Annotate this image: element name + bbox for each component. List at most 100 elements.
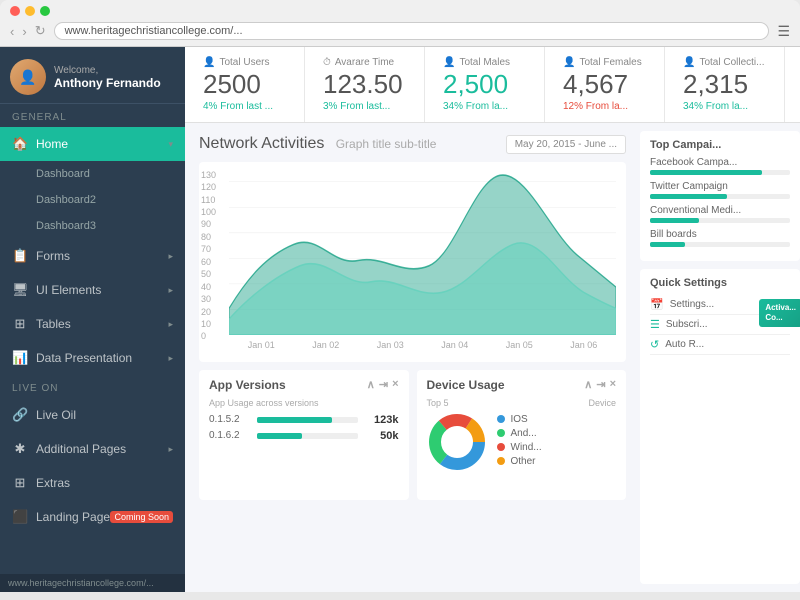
- device-legend: IOS And... Wind...: [497, 414, 542, 470]
- active-badge: Activa...Co...: [759, 299, 800, 328]
- sidebar-item-data-presentation[interactable]: 📊 Data Presentation ▸: [0, 341, 185, 375]
- campaign-twitter: Twitter Campaign: [650, 181, 790, 199]
- home-icon: 🏠: [12, 136, 28, 152]
- user-name: Anthony Fernando: [54, 76, 161, 90]
- device-row-ios: IOS: [497, 414, 542, 425]
- other-dot: [497, 457, 505, 465]
- campaign-billboards: Bill boards: [650, 229, 790, 247]
- traffic-lights: [10, 6, 790, 16]
- sidebar-item-tables[interactable]: ⊞ Tables ▸: [0, 307, 185, 341]
- profile-text: Welcome, Anthony Fernando: [54, 65, 161, 90]
- right-panel: Top Campai... Facebook Campa... Twitter …: [640, 123, 800, 592]
- qs-item-auto[interactable]: ↺ Auto R...: [650, 335, 790, 355]
- stat-value-females: 4,567: [563, 70, 646, 99]
- device-usage-panel: Device Usage ∧ ⇥ × Top 5 Device: [417, 370, 627, 500]
- app-wrapper: 👤 Welcome, Anthony Fernando GENERAL 🏠 Ho…: [0, 47, 800, 592]
- sidebar-item-additional-pages[interactable]: ✱ Additional Pages ▸: [0, 432, 185, 466]
- back-button[interactable]: ‹: [10, 24, 14, 39]
- content-area: Network Activities Graph title sub-title…: [185, 123, 800, 592]
- stat-change-time: 3% From last...: [323, 101, 406, 112]
- subscriptions-icon: ☰: [650, 318, 660, 331]
- sidebar-footer: www.heritagechristiancollege.com/...: [0, 574, 185, 592]
- chevron-down-icon: ▾: [168, 139, 173, 150]
- sidebar-item-live-oil[interactable]: 🔗 Live Oil: [0, 398, 185, 432]
- ui-icon: 🖥: [12, 282, 28, 298]
- collection-icon: 👤: [683, 57, 695, 68]
- campaign-tw-bar: [650, 194, 727, 199]
- menu-icon: ☰: [777, 23, 790, 40]
- sidebar-profile: 👤 Welcome, Anthony Fernando: [0, 47, 185, 104]
- device-row-windows: Wind...: [497, 442, 542, 453]
- forms-label: Forms: [36, 249, 70, 263]
- version-row-1: 0.1.5.2 123k: [209, 414, 399, 426]
- donut-chart: [427, 412, 487, 472]
- ui-label: UI Elements: [36, 283, 101, 297]
- stat-change-collection: 34% From la...: [683, 101, 766, 112]
- campaign-conv-bar: [650, 218, 699, 223]
- sidebar-item-extras[interactable]: ⊞ Extras: [0, 466, 185, 500]
- sidebar-item-forms[interactable]: 📋 Forms ▸: [0, 239, 185, 273]
- additional-pages-label: Additional Pages: [36, 442, 126, 456]
- stat-change-females: 12% From la...: [563, 101, 646, 112]
- campaign-fb-name: Facebook Campa...: [650, 157, 790, 168]
- stat-value-time: 123.50: [323, 70, 406, 99]
- chart-y-labels: 0 10 20 30 40 50 60 70 80 90 100 110 120…: [201, 170, 216, 342]
- address-input[interactable]: www.heritagechristiancollege.com/...: [54, 22, 770, 40]
- sidebar: 👤 Welcome, Anthony Fernando GENERAL 🏠 Ho…: [0, 47, 185, 592]
- stat-label-collection: 👤 Total Collecti...: [683, 57, 766, 68]
- stat-value-males: 2,500: [443, 70, 526, 99]
- campaign-fb-bar: [650, 170, 762, 175]
- network-chart: 0 10 20 30 40 50 60 70 80 90 100 110 120…: [199, 162, 626, 362]
- campaign-conventional: Conventional Medi...: [650, 205, 790, 223]
- quick-settings-title: Quick Settings: [650, 277, 790, 289]
- maximize-button[interactable]: [40, 6, 50, 16]
- data-icon: 📊: [12, 350, 28, 366]
- stat-label-users: 👤 Total Users: [203, 57, 286, 68]
- coming-soon-badge: Coming Soon: [110, 511, 173, 523]
- main-panel: Network Activities Graph title sub-title…: [185, 123, 640, 592]
- auto-icon: ↺: [650, 338, 659, 351]
- device-usage-title: Device Usage ∧ ⇥ ×: [427, 378, 617, 392]
- campaign-tw-name: Twitter Campaign: [650, 181, 790, 192]
- stat-label-males: 👤 Total Males: [443, 57, 526, 68]
- qs-settings-label: Settings...: [670, 299, 714, 310]
- avatar: 👤: [10, 59, 46, 95]
- device-row-other: Other: [497, 456, 542, 467]
- chart-x-labels: Jan 01 Jan 02 Jan 03 Jan 04 Jan 05 Jan 0…: [229, 340, 616, 350]
- time-icon: ⏱: [323, 57, 331, 68]
- campaign-conv-bar-bg: [650, 218, 790, 223]
- version-bar-bg-1: [257, 417, 358, 423]
- top-campaigns: Top Campai... Facebook Campa... Twitter …: [640, 131, 800, 261]
- device-row-android: And...: [497, 428, 542, 439]
- sidebar-item-dashboard2[interactable]: Dashboard2: [0, 187, 185, 213]
- stat-label-time: ⏱ Avarare Time: [323, 57, 406, 68]
- data-label: Data Presentation: [36, 351, 132, 365]
- panel-actions: ∧ ⇥ ×: [367, 378, 399, 391]
- version-bar-fill-1: [257, 417, 332, 423]
- home-label: Home: [36, 137, 68, 151]
- sidebar-item-dashboard3[interactable]: Dashboard3: [0, 213, 185, 239]
- campaigns-title: Top Campai...: [650, 139, 790, 151]
- sidebar-item-home[interactable]: 🏠 Home ▾: [0, 127, 185, 161]
- network-title: Network Activities: [199, 135, 324, 152]
- bottom-panels: App Versions ∧ ⇥ × App Usage across vers…: [199, 370, 626, 500]
- females-icon: 👤: [563, 57, 575, 68]
- refresh-button[interactable]: ↻: [35, 23, 46, 39]
- android-dot: [497, 429, 505, 437]
- url-display: www.heritagechristiancollege.com/...: [0, 574, 185, 592]
- minimize-button[interactable]: [25, 6, 35, 16]
- version-count-2: 50k: [364, 430, 399, 442]
- forward-button[interactable]: ›: [22, 24, 26, 39]
- campaign-tw-bar-bg: [650, 194, 790, 199]
- version-bar-fill-2: [257, 433, 302, 439]
- chevron-icon2: ▸: [168, 285, 173, 296]
- sidebar-item-ui-elements[interactable]: 🖥 UI Elements ▸: [0, 273, 185, 307]
- date-badge[interactable]: May 20, 2015 - June ...: [506, 135, 626, 154]
- version-count-1: 123k: [364, 414, 399, 426]
- main-content: 👤 Total Users 2500 4% From last ... ⏱ Av…: [185, 47, 800, 592]
- sidebar-item-dashboard[interactable]: Dashboard: [0, 161, 185, 187]
- sidebar-item-landing-page[interactable]: ⬛ Landing Page Coming Soon: [0, 500, 185, 534]
- stat-total-males: 👤 Total Males 2,500 34% From la...: [425, 47, 545, 122]
- close-button[interactable]: [10, 6, 20, 16]
- address-bar-row: ‹ › ↻ www.heritagechristiancollege.com/.…: [10, 22, 790, 46]
